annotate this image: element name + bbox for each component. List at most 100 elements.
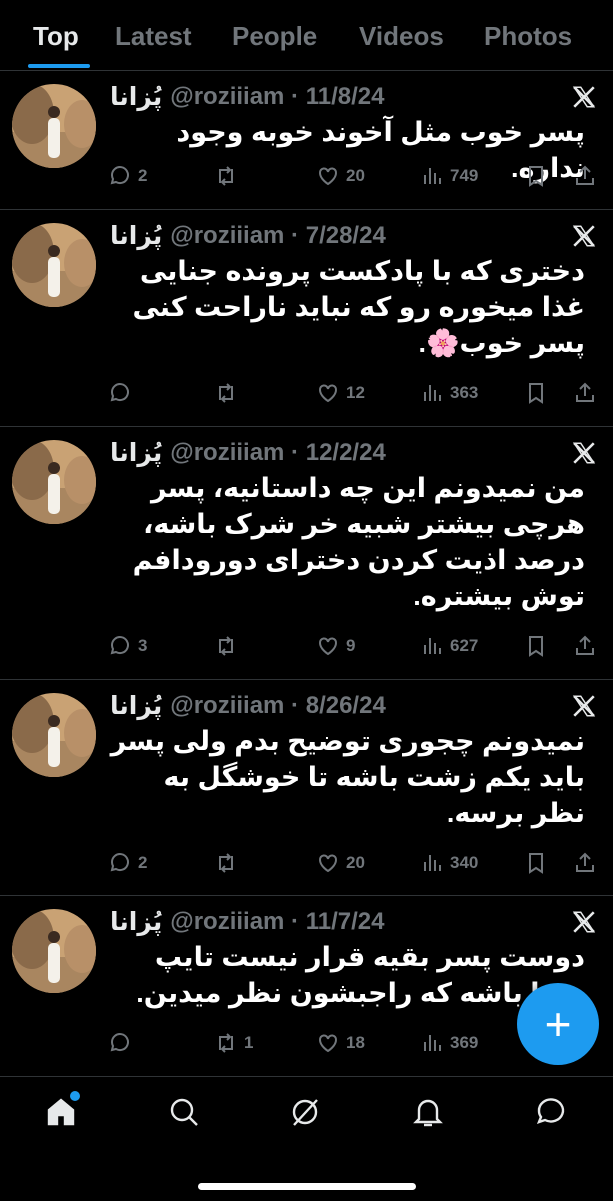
author-handle[interactable]: @roziiiam (170, 83, 284, 111)
home-indicator (198, 1183, 416, 1190)
heart-icon (319, 1034, 337, 1053)
reply-count: 2 (138, 853, 148, 872)
nav-home[interactable] (44, 1091, 84, 1135)
tweet-date[interactable]: 11/7/24 (306, 908, 385, 936)
separator-dot: · (284, 908, 306, 935)
avatar[interactable] (12, 223, 96, 307)
tweet-text: نمیدونم چجوری توضیح بدم ولی پسر باید یکم… (110, 726, 585, 828)
views-button[interactable]: 340 (420, 848, 478, 878)
repost-button[interactable]: 1 (214, 1028, 253, 1058)
tab-people[interactable]: People (232, 20, 317, 52)
repost-button[interactable] (214, 848, 244, 878)
x-logo-icon (572, 695, 596, 717)
views-button[interactable]: 369 (420, 1028, 478, 1058)
tweet-header: پُزانا @roziiiam · 12/2/24 (110, 436, 386, 470)
author-name[interactable]: پُزانا (110, 438, 162, 468)
active-tab-indicator (28, 64, 90, 68)
reply-button[interactable] (108, 378, 138, 408)
like-button[interactable]: 20 (316, 848, 365, 878)
author-handle[interactable]: @roziiiam (170, 692, 284, 720)
like-button[interactable]: 9 (316, 631, 355, 661)
author-handle[interactable]: @roziiiam (170, 908, 284, 936)
author-handle[interactable]: @roziiiam (170, 222, 284, 250)
author-name[interactable]: پُزانا (110, 691, 162, 721)
like-count: 20 (346, 853, 365, 872)
tweet-date[interactable]: 12/2/24 (306, 439, 386, 467)
grok-icon (292, 1099, 318, 1126)
plus-icon: + (544, 998, 572, 1050)
bookmark-button[interactable] (524, 848, 554, 878)
heart-icon (319, 384, 337, 403)
view-count: 627 (450, 636, 479, 655)
author-handle[interactable]: @roziiiam (170, 439, 284, 467)
share-button[interactable] (573, 161, 603, 191)
bookmark-button[interactable] (524, 631, 554, 661)
tweet[interactable]: پُزانا @roziiiam · 8/26/24 نمیدونم چجوری… (0, 679, 613, 896)
tweet-date[interactable]: 11/8/24 (306, 83, 385, 111)
author-name[interactable]: پُزانا (110, 907, 162, 937)
like-button[interactable]: 18 (316, 1028, 365, 1058)
tweet-header: پُزانا @roziiiam · 7/28/24 (110, 219, 386, 253)
nav-messages[interactable] (534, 1095, 574, 1135)
share-icon (576, 635, 594, 655)
x-logo-icon (572, 225, 596, 247)
views-button[interactable]: 627 (420, 631, 478, 661)
repost-button[interactable] (214, 378, 244, 408)
bookmark-button[interactable] (524, 378, 554, 408)
like-count: 18 (346, 1033, 365, 1052)
tab-photos[interactable]: Photos (484, 20, 572, 52)
share-icon (576, 382, 594, 402)
bookmark-icon (529, 383, 543, 404)
reply-button[interactable]: 2 (108, 848, 147, 878)
tweet[interactable]: پُزانا @roziiiam · 7/28/24 دختری که با پ… (0, 209, 613, 427)
like-button[interactable]: 12 (316, 378, 365, 408)
like-count: 9 (346, 636, 356, 655)
reply-count: 2 (138, 166, 148, 185)
tweet[interactable]: پُزانا @roziiiam · 11/7/24 دوست پسر بقیه… (0, 895, 613, 1077)
bookmark-button[interactable] (524, 161, 554, 191)
share-button[interactable] (573, 378, 603, 408)
repost-count: 1 (244, 1033, 254, 1052)
avatar[interactable] (12, 693, 96, 777)
reply-icon (110, 636, 129, 655)
compose-button[interactable]: + (517, 983, 599, 1065)
reply-button[interactable]: 3 (108, 631, 147, 661)
repost-button[interactable] (214, 161, 244, 191)
nav-search[interactable] (167, 1095, 207, 1135)
view-count: 340 (450, 853, 479, 872)
avatar[interactable] (12, 84, 96, 168)
repost-icon (219, 1033, 233, 1053)
repost-icon (219, 166, 233, 186)
author-name[interactable]: پُزانا (110, 221, 162, 251)
tweet-actions: 2 20 749 (108, 161, 601, 191)
reply-button[interactable] (108, 1028, 138, 1058)
tab-latest[interactable]: Latest (115, 20, 192, 52)
share-button[interactable] (573, 631, 603, 661)
avatar[interactable] (12, 440, 96, 524)
nav-grok[interactable] (288, 1095, 328, 1135)
tweet-header: پُزانا @roziiiam · 11/7/24 (110, 905, 384, 939)
reply-button[interactable]: 2 (108, 161, 147, 191)
tab-top[interactable]: Top (33, 20, 79, 52)
views-button[interactable]: 363 (420, 378, 478, 408)
bookmark-icon (529, 853, 543, 874)
separator-dot: · (284, 222, 306, 249)
tweet[interactable]: پُزانا @roziiiam · 11/8/24 پسر خوب مثل آ… (0, 70, 613, 210)
share-button[interactable] (573, 848, 603, 878)
tweet-date[interactable]: 7/28/24 (306, 222, 386, 250)
tab-videos[interactable]: Videos (359, 20, 444, 52)
tweet-header: پُزانا @roziiiam · 8/26/24 (110, 689, 386, 723)
like-count: 20 (346, 166, 365, 185)
like-button[interactable]: 20 (316, 161, 365, 191)
tweet-text: دوست پسر بقیه قرار نیست تایپ شما باشه که… (136, 942, 585, 1008)
repost-icon (219, 853, 233, 873)
author-name[interactable]: پُزانا (110, 82, 162, 112)
nav-notifications[interactable] (411, 1095, 451, 1135)
avatar[interactable] (12, 909, 96, 993)
tweet[interactable]: پُزانا @roziiiam · 12/2/24 من نمیدونم ای… (0, 426, 613, 680)
tweet-actions: 3 9 627 (108, 631, 601, 661)
tweet-date[interactable]: 8/26/24 (306, 692, 386, 720)
views-button[interactable]: 749 (420, 161, 478, 191)
repost-button[interactable] (214, 631, 244, 661)
tweet-header: پُزانا @roziiiam · 11/8/24 (110, 80, 384, 114)
